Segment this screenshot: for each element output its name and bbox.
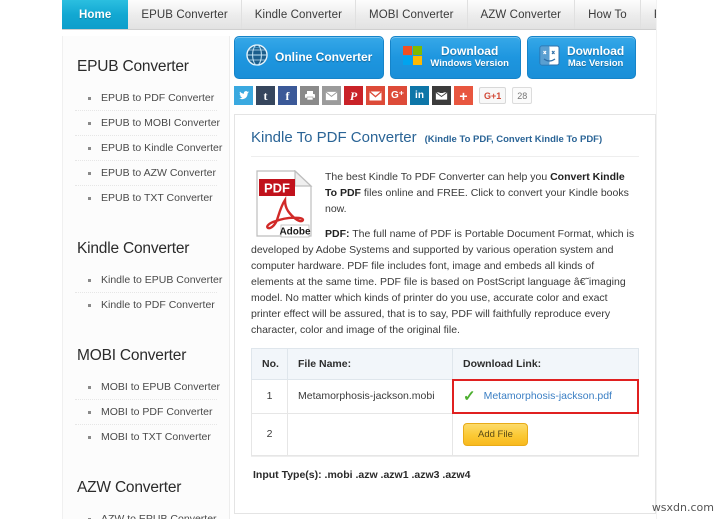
download-mac-button[interactable]: Download Mac Version [526,36,637,79]
row1-download-link[interactable]: Metamorphosis-jackson.pdf [484,390,612,402]
main-content: Online Converter Download Windows Versio… [234,36,656,519]
action-button-row: Online Converter Download Windows Versio… [234,36,656,79]
sidebar-item-azw-to-epub[interactable]: AZW to EPUB Converter [75,507,217,519]
sidebar-group-epub: EPUB Converter EPUB to PDF Converter EPU… [63,52,229,210]
pdf-adobe-icon: PDF Adobe [255,169,313,238]
download-mac-line2: Mac Version [567,57,624,69]
table-body: 1 Metamorphosis-jackson.mobi ✓ Metamorph… [251,378,639,456]
globe-icon [246,44,268,71]
sidebar-group-mobi: MOBI Converter MOBI to EPUB Converter MO… [63,341,229,449]
online-converter-label: Online Converter [275,49,373,64]
sidebar-item-epub-to-mobi[interactable]: EPUB to MOBI Converter [75,111,220,136]
pinterest-share-icon[interactable]: P [344,86,363,105]
add-file-button[interactable]: Add File [463,422,528,446]
sidebar-item-mobi-to-epub[interactable]: MOBI to EPUB Converter [75,375,220,400]
table-head: No. File Name: Download Link: [251,347,639,380]
panel-header: Kindle To PDF Converter (Kindle To PDF, … [251,129,639,157]
sidebar-group-title-azw: AZW Converter [77,479,182,496]
download-windows-button[interactable]: Download Windows Version [390,36,521,79]
row2-file-name [287,412,453,456]
table-row: 2 Add File [251,412,639,456]
input-types-label: Input Type(s): .mobi .azw .azw1 .azw3 .a… [251,455,639,491]
sidebar-item-mobi-to-txt[interactable]: MOBI to TXT Converter [75,425,217,449]
instapaper-share-icon[interactable] [432,86,451,105]
p1-pre: The best Kindle To PDF Converter can hel… [325,171,551,183]
row1-file-name: Metamorphosis-jackson.mobi [287,378,453,414]
page-title: Kindle To PDF Converter [251,129,417,146]
row2-no: 2 [251,412,288,456]
sidebar-item-mobi-to-pdf[interactable]: MOBI to PDF Converter [75,400,217,425]
p2-bold: PDF: [325,227,350,240]
row1-download-inner: ✓ Metamorphosis-jackson.pdf [463,389,628,404]
row2-download-cell: Add File [452,412,639,456]
gplus-one-button[interactable]: G+1 [479,87,507,104]
watermark-text: wsxdn.com [651,501,714,514]
nav-item-epub-converter[interactable]: EPUB Converter [128,0,242,29]
download-windows-line2: Windows Version [430,57,509,69]
sidebar-group-title-mobi: MOBI Converter [77,347,187,364]
nav-item-mobi-converter[interactable]: MOBI Converter [356,0,468,29]
twitter-share-icon[interactable] [234,86,253,105]
share-count-badge: 28 [512,87,533,104]
sidebar-divider-3 [63,455,229,473]
paragraph-2: PDF: The full name of PDF is Portable Do… [251,227,639,339]
p1-post: files online and FREE. Click to convert … [325,186,629,215]
th-download-link: Download Link: [452,347,639,380]
nav-item-azw-converter[interactable]: AZW Converter [468,0,576,29]
sidebar-item-epub-to-pdf[interactable]: EPUB to PDF Converter [75,86,217,111]
online-converter-button[interactable]: Online Converter [234,36,385,79]
download-mac-line1: Download [566,44,625,59]
page-subtitle: (Kindle To PDF, Convert Kindle To PDF) [424,134,603,145]
svg-text:Adobe: Adobe [279,227,311,238]
tumblr-share-icon[interactable]: t [256,86,275,105]
intro-section: PDF Adobe The best Kindle To PDF Convert… [251,169,639,339]
facebook-share-icon[interactable]: f [278,86,297,105]
sidebar: EPUB Converter EPUB to PDF Converter EPU… [62,36,230,519]
mac-finder-icon [539,45,560,71]
nav-item-how-to[interactable]: How To [575,0,641,29]
sidebar-item-epub-to-azw[interactable]: EPUB to AZW Converter [75,161,217,186]
conversion-table: No. File Name: Download Link: 1 Metamorp… [251,347,639,456]
sidebar-group-title-epub: EPUB Converter [77,58,189,75]
table-row: 1 Metamorphosis-jackson.mobi ✓ Metamorph… [251,378,639,414]
nav-item-home[interactable]: Home [62,0,129,29]
print-share-icon[interactable] [300,86,319,105]
content-panel: Kindle To PDF Converter (Kindle To PDF, … [234,114,656,514]
right-margin [656,0,720,519]
social-share-row: t f P G⁺ in + G+1 28 [234,86,656,105]
sidebar-item-epub-to-txt[interactable]: EPUB to TXT Converter [75,186,217,210]
table-header-row: No. File Name: Download Link: [251,347,639,380]
sidebar-item-kindle-to-pdf[interactable]: Kindle to PDF Converter [75,293,217,317]
th-file-name: File Name: [287,347,453,380]
sidebar-group-azw: AZW Converter AZW to EPUB Converter AZW … [63,473,229,519]
google-plus-share-icon[interactable]: G⁺ [388,86,407,105]
nav-item-kindle-converter[interactable]: Kindle Converter [242,0,357,29]
row1-download-cell: ✓ Metamorphosis-jackson.pdf [452,378,639,414]
th-no: No. [251,347,288,380]
p2-text: The full name of PDF is Portable Documen… [251,227,635,336]
sidebar-item-epub-to-kindle[interactable]: EPUB to Kindle Converter [75,136,222,161]
sidebar-divider-1 [63,216,229,234]
page-root: Home EPUB Converter Kindle Converter MOB… [0,0,720,519]
sidebar-group-kindle: Kindle Converter Kindle to EPUB Converte… [63,234,229,317]
row1-no: 1 [251,378,288,414]
sidebar-item-kindle-to-epub[interactable]: Kindle to EPUB Converter [75,268,222,293]
svg-text:PDF: PDF [264,181,290,196]
download-windows-line1: Download [440,44,499,59]
share-more-icon[interactable]: + [454,86,473,105]
sidebar-group-title-kindle: Kindle Converter [77,240,190,257]
sidebar-divider-2 [63,323,229,341]
email-share-icon[interactable] [322,86,341,105]
linkedin-share-icon[interactable]: in [410,86,429,105]
top-navigation: Home EPUB Converter Kindle Converter MOB… [62,0,718,30]
gmail-share-icon[interactable] [366,86,385,105]
windows-icon [402,45,423,71]
green-check-icon: ✓ [463,387,476,405]
